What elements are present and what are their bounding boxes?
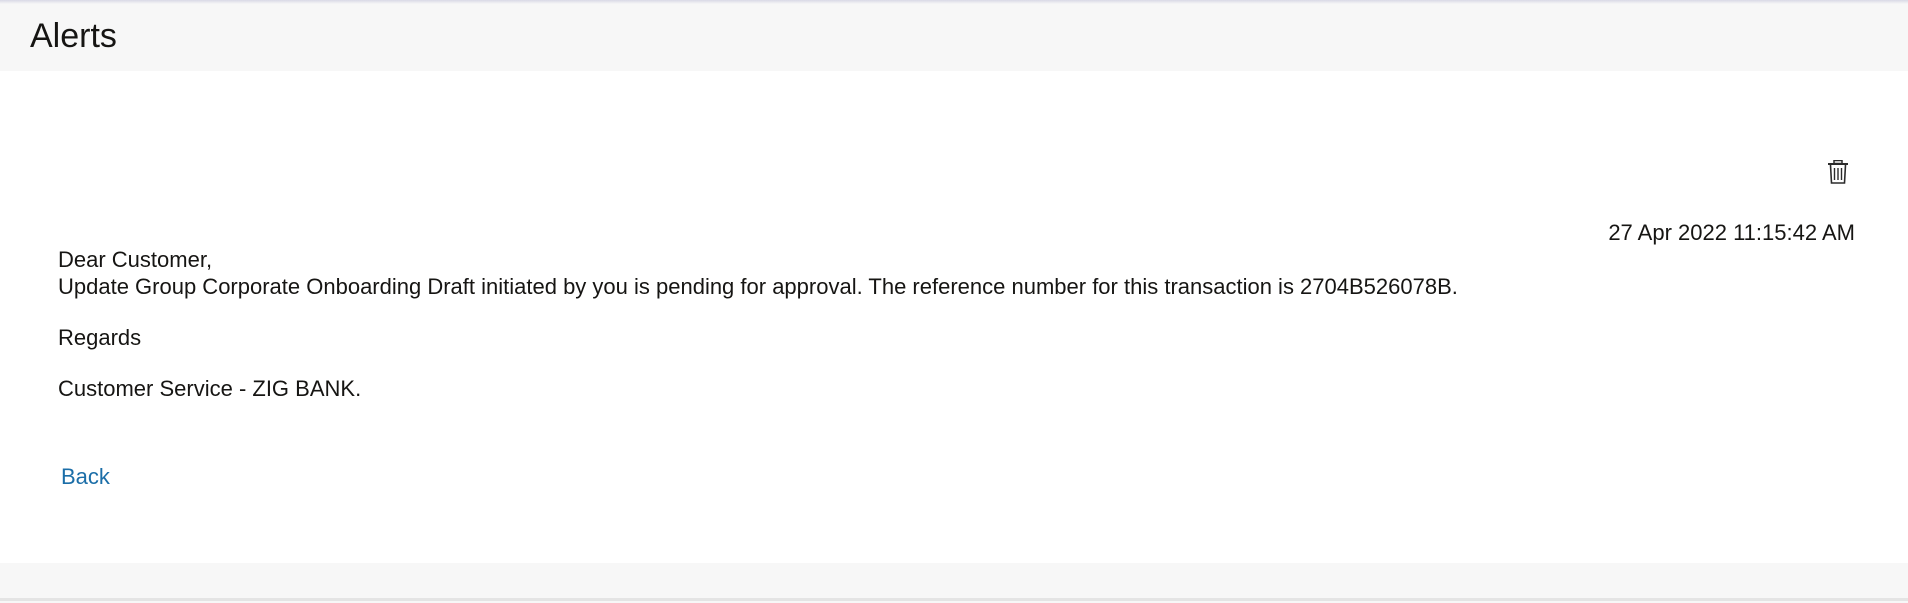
trash-icon — [1828, 160, 1848, 184]
back-link[interactable]: Back — [61, 464, 110, 490]
alert-signature: Customer Service - ZIG BANK. — [58, 376, 362, 401]
page-title: Alerts — [30, 17, 117, 55]
alert-message: Dear Customer, Update Group Corporate On… — [58, 246, 1458, 402]
delete-button[interactable] — [1825, 158, 1851, 186]
top-shadow — [0, 0, 1908, 4]
footer-divider — [0, 598, 1908, 601]
alert-greeting: Dear Customer, — [58, 247, 213, 272]
alert-regards: Regards — [58, 325, 142, 350]
footer-area — [0, 563, 1908, 603]
alert-body: Update Group Corporate Onboarding Draft … — [58, 274, 1458, 299]
alert-timestamp: 27 Apr 2022 11:15:42 AM — [1608, 220, 1855, 245]
page-header: Alerts — [0, 0, 1908, 71]
alert-detail-panel: 27 Apr 2022 11:15:42 AM Dear Customer, U… — [0, 71, 1908, 563]
